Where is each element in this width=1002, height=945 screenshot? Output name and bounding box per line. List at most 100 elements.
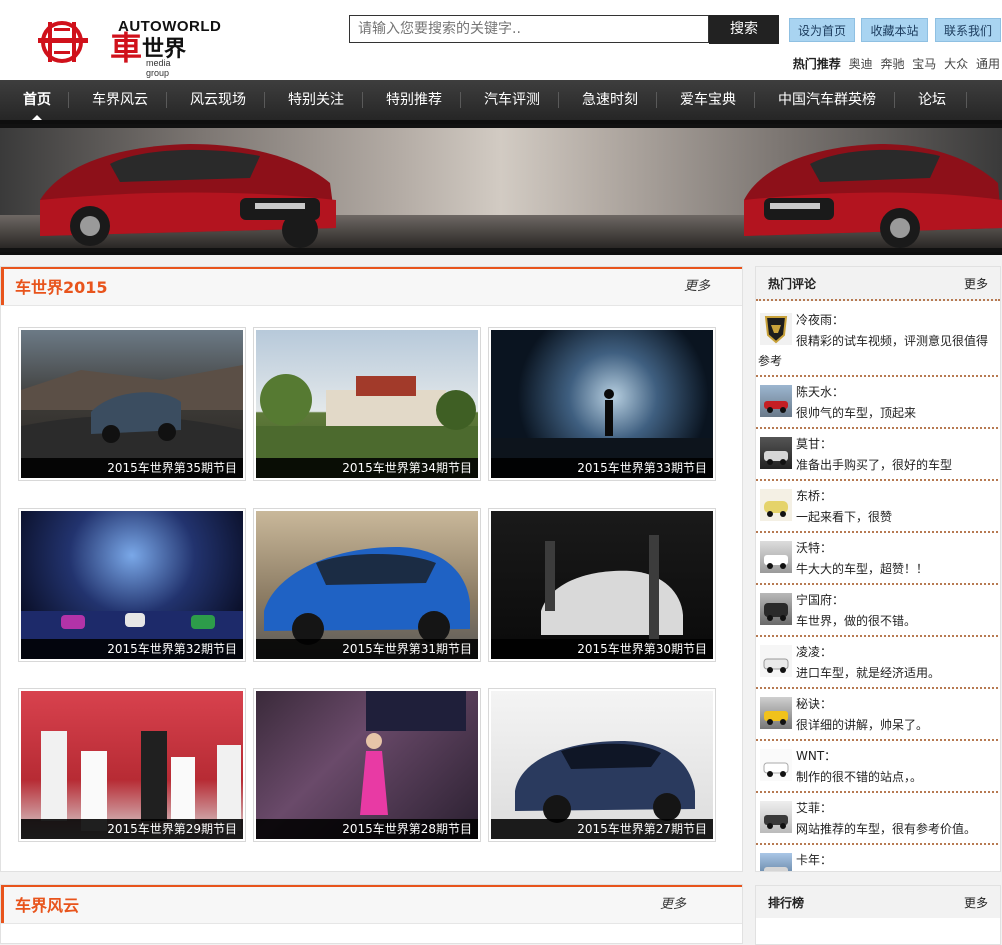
comment-item[interactable]: 冷夜雨： 很精彩的试车视频，评测意见很值得参考 <box>756 305 1000 377</box>
hot-link-audi[interactable]: 奥迪 <box>849 57 873 71</box>
nav-china-auto-ranking[interactable]: 中国汽车群英榜 <box>764 80 890 120</box>
video-card[interactable]: 2015车世界第35期节目 <box>18 327 246 481</box>
nav-divider <box>966 92 967 108</box>
comment-item[interactable]: 卡年： <box>756 845 1000 871</box>
nav-divider <box>264 92 265 108</box>
comment-item[interactable]: 艾菲： 网站推荐的车型，很有参考价值。 <box>756 793 1000 845</box>
comment-item[interactable]: 陈天水： 很帅气的车型，顶起来 <box>756 377 1000 429</box>
video-thumbnail-image <box>515 741 695 823</box>
video-card[interactable]: 2015车世界第31期节目 <box>253 508 481 662</box>
nav-divider <box>362 92 363 108</box>
nav-special-recommend[interactable]: 特别推荐 <box>372 80 456 120</box>
nav-divider <box>656 92 657 108</box>
nav-divider <box>558 92 559 108</box>
search-input[interactable] <box>349 15 709 43</box>
main-nav: 首页 车界风云 风云现场 特别关注 特别推荐 汽车评测 急速时刻 爱车宝典 中国… <box>0 80 1002 120</box>
hot-comments-title: 热门评论 <box>768 277 817 291</box>
video-caption: 2015车世界第29期节目 <box>21 819 243 839</box>
nav-divider <box>754 92 755 108</box>
comment-text: 很帅气的车型，顶起来 <box>796 406 917 420</box>
contact-us-button[interactable]: 联系我们 <box>935 18 1001 42</box>
section-more-link[interactable]: 更多 <box>684 275 710 294</box>
banner-car-left-image <box>40 144 336 248</box>
section-auto-news: 车界风云 更多 <box>0 884 743 944</box>
video-thumbnail-image <box>541 535 683 645</box>
bookmark-button[interactable]: 收藏本站 <box>861 18 928 42</box>
comment-item[interactable]: WNT： 制作的很不错的站点，。 <box>756 741 1000 793</box>
comment-text: 很精彩的试车视频，评测意见很值得参考 <box>758 334 989 368</box>
comment-user: 沃特： <box>796 541 833 555</box>
comment-item[interactable]: 凌凌： 进口车型，就是经济适用。 <box>756 637 1000 689</box>
video-caption: 2015车世界第35期节目 <box>21 458 243 478</box>
hot-link-vw[interactable]: 大众 <box>944 57 968 71</box>
section-more-link[interactable]: 更多 <box>660 893 686 912</box>
video-caption: 2015车世界第32期节目 <box>21 639 243 659</box>
set-homepage-button[interactable]: 设为首页 <box>789 18 855 42</box>
video-caption: 2015车世界第28期节目 <box>256 819 478 839</box>
video-caption: 2015车世界第31期节目 <box>256 639 478 659</box>
nav-divider <box>894 92 895 108</box>
comment-user: 卡年： <box>796 853 833 867</box>
comment-user: 陈天水： <box>796 385 845 399</box>
nav-speed-moment[interactable]: 急速时刻 <box>568 80 652 120</box>
video-card[interactable]: 2015车世界第28期节目 <box>253 688 481 842</box>
nav-car-review[interactable]: 汽车评测 <box>470 80 554 120</box>
comment-item[interactable]: 莫甘： 准备出手购买了，很好的车型 <box>756 429 1000 481</box>
hot-link-gm[interactable]: 通用 <box>976 57 1000 71</box>
car-avatar-icon <box>764 867 788 871</box>
comment-user: 秘诀： <box>796 697 833 711</box>
nav-divider <box>166 92 167 108</box>
comment-user: WNT： <box>796 749 837 763</box>
comment-text: 网站推荐的车型，很有参考价值。 <box>796 822 977 836</box>
video-thumbnail-image <box>264 547 470 645</box>
avatar <box>760 853 792 871</box>
hot-recommend-links: 热门推荐 奥迪 奔驰 宝马 大众 通用 <box>789 55 1000 72</box>
comment-user: 东桥： <box>796 489 833 503</box>
comment-text: 车世界，做的很不错。 <box>796 614 917 628</box>
hot-comments-more-link[interactable]: 更多 <box>964 275 988 292</box>
nav-divider <box>460 92 461 108</box>
nav-home[interactable]: 首页 <box>10 80 64 120</box>
comment-item[interactable]: 沃特： 牛大大的车型，超赞！！ <box>756 533 1000 585</box>
hot-link-bmw[interactable]: 宝马 <box>912 57 936 71</box>
video-card[interactable]: 2015车世界第34期节目 <box>253 327 481 481</box>
hot-link-benz[interactable]: 奔驰 <box>880 57 904 71</box>
comment-item[interactable]: 宁国府： 车世界，做的很不错。 <box>756 585 1000 637</box>
nav-forum[interactable]: 论坛 <box>904 80 960 120</box>
video-card[interactable]: 2015车世界第33期节目 <box>488 327 716 481</box>
ranking-more-link[interactable]: 更多 <box>964 894 988 911</box>
hero-banner[interactable] <box>0 120 1002 255</box>
comment-user: 凌凌： <box>796 645 833 659</box>
comment-text: 准备出手购买了，很好的车型 <box>796 458 953 472</box>
video-thumbnail-image <box>21 365 243 478</box>
video-thumbnail-image <box>491 389 713 478</box>
logo-media-group: media group <box>146 58 171 78</box>
ranking-panel: 排行榜 更多 <box>755 885 1001 945</box>
video-card[interactable]: 2015车世界第29期节目 <box>18 688 246 842</box>
comment-item[interactable]: 东桥： 一起来看下，很赞 <box>756 481 1000 533</box>
nav-auto-news[interactable]: 车界风云 <box>78 80 162 120</box>
search-button[interactable]: 搜索 <box>709 15 779 44</box>
video-thumbnail-image <box>256 374 478 478</box>
banner-car-right-image <box>744 144 1002 248</box>
comment-user: 莫甘： <box>796 437 833 451</box>
comment-text: 进口车型，就是经济适用。 <box>796 666 941 680</box>
comment-text: 制作的很不错的站点，。 <box>796 770 923 784</box>
comment-user: 宁国府： <box>796 593 845 607</box>
nav-car-guide[interactable]: 爱车宝典 <box>666 80 750 120</box>
comment-text: 一起来看下，很赞 <box>796 510 893 524</box>
logo-chinese-main: 車 <box>110 29 143 67</box>
comment-user: 艾菲： <box>796 801 833 815</box>
nav-special-focus[interactable]: 特别关注 <box>274 80 358 120</box>
video-card[interactable]: 2015车世界第32期节目 <box>18 508 246 662</box>
video-card[interactable]: 2015车世界第27期节目 <box>488 688 716 842</box>
video-thumbnail-image <box>41 731 241 833</box>
section-autoworld-2015: 车世界2015 更多 2015车世界第35期节目 2015车世界第34期节目 2… <box>0 266 743 872</box>
comment-item[interactable]: 秘诀： 很详细的讲解，帅呆了。 <box>756 689 1000 741</box>
video-card[interactable]: 2015车世界第30期节目 <box>488 508 716 662</box>
comment-text: 很详细的讲解，帅呆了。 <box>796 718 929 732</box>
site-logo[interactable]: AUTOWORLD 車 世界 media group <box>36 16 221 78</box>
comment-text: 牛大大的车型，超赞！！ <box>796 562 929 576</box>
comment-user: 冷夜雨： <box>796 313 845 327</box>
nav-live-scene[interactable]: 风云现场 <box>176 80 260 120</box>
